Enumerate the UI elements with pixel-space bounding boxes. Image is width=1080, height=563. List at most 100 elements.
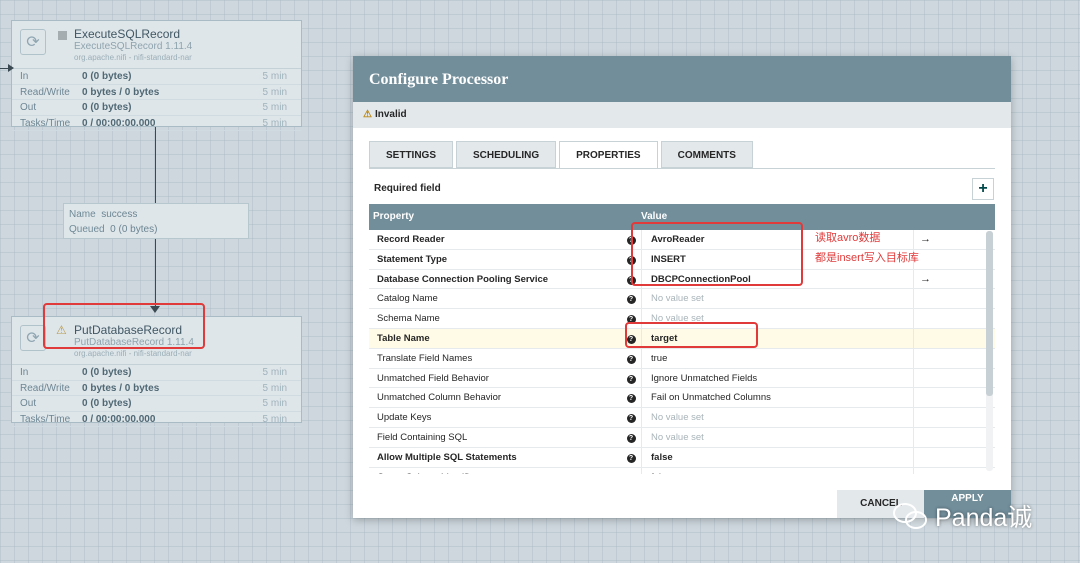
property-name: Record Reader [377, 234, 445, 245]
stat-time: 5 min [262, 382, 287, 394]
go-to-service-icon [913, 249, 983, 269]
highlight-box [43, 303, 205, 349]
help-icon[interactable]: ? [621, 428, 641, 447]
property-row[interactable]: Field Containing SQL? No value set [369, 427, 995, 448]
property-row[interactable]: Update Keys? No value set [369, 408, 995, 428]
property-row[interactable]: Unmatched Column Behavior? Fail on Unmatc… [369, 388, 995, 409]
processor-icon: ⟳ [20, 29, 46, 55]
property-row[interactable]: Catalog Name? No value set [369, 289, 995, 310]
stat-value: 0 (0 bytes) [82, 102, 132, 113]
go-to-service-icon [913, 289, 983, 309]
wechat-icon [893, 501, 929, 531]
help-icon[interactable]: ? [621, 369, 641, 388]
property-name: Statement Type [377, 253, 448, 265]
help-icon[interactable]: ? [621, 408, 641, 427]
property-value[interactable]: false [641, 467, 913, 474]
property-name: Table Name [377, 332, 430, 344]
processor-header: ⟳ ExecuteSQLRecord ExecuteSQLRecord 1.11… [12, 21, 301, 69]
stat-value: 0 bytes / 0 bytes [82, 86, 160, 98]
dialog-title: Configure Processor [353, 56, 1011, 102]
tab-properties[interactable]: PROPERTIES [559, 141, 658, 169]
stat-time: 5 min [262, 71, 287, 82]
processor-bundle: org.apache.nifi - nifi-standard-nar [74, 53, 192, 62]
processor-type: ExecuteSQLRecord 1.11.4 [74, 41, 193, 52]
watermark: Panda诚 [893, 498, 1032, 534]
stat-value: 0 / 00:00:00.000 [82, 413, 156, 425]
connection-label[interactable]: Name success Queued 0 (0 bytes) [63, 203, 249, 239]
property-row[interactable]: Unmatched Field Behavior? Ignore Unmatche… [369, 368, 995, 389]
status-text: Invalid [374, 109, 407, 120]
processor-execute-sql-record[interactable]: ⟳ ExecuteSQLRecord ExecuteSQLRecord 1.11… [11, 20, 302, 131]
stat-label: Out [20, 398, 37, 409]
property-name: Unmatched Column Behavior [377, 392, 502, 404]
annotation-text: 读取avro数据 [815, 232, 881, 244]
go-to-service-icon [913, 447, 983, 467]
stat-label: Out [20, 102, 37, 113]
connection-line [155, 127, 156, 203]
help-icon[interactable]: ? [621, 468, 641, 474]
property-row[interactable]: Translate Field Names? true [369, 348, 995, 369]
property-value[interactable]: false [641, 447, 913, 467]
go-to-service-icon [913, 427, 983, 447]
stat-label: Read/Write [20, 382, 70, 394]
help-icon[interactable]: ? [621, 289, 641, 308]
warning-icon: ⚠ [363, 109, 372, 120]
stopped-icon [58, 31, 67, 40]
processor-stat-row: Read/Write 0 bytes / 0 bytes 5 min [12, 381, 301, 396]
processor-stat-row: Out 0 (0 bytes) 5 min [12, 396, 301, 412]
divider [369, 168, 995, 169]
go-to-service-icon [913, 388, 983, 408]
connection-queued-value: 0 (0 bytes) [110, 224, 158, 235]
scrollbar[interactable] [986, 231, 993, 471]
required-field-label: Required field [374, 183, 441, 194]
tab-scheduling[interactable]: SCHEDULING [456, 141, 557, 168]
stat-value: 0 (0 bytes) [82, 367, 132, 378]
stat-value: 0 bytes / 0 bytes [82, 382, 160, 394]
add-property-button[interactable]: + [972, 178, 994, 200]
stat-label: Tasks/Time [20, 117, 71, 129]
property-name: Allow Multiple SQL Statements [377, 451, 517, 463]
tab-settings[interactable]: SETTINGS [369, 141, 454, 168]
property-name: Database Connection Pooling Service [377, 273, 549, 285]
stat-value: 0 (0 bytes) [82, 398, 132, 409]
help-icon[interactable]: ? [621, 388, 641, 407]
connection-name-value: success [101, 209, 138, 220]
stat-time: 5 min [262, 102, 287, 113]
property-value[interactable]: Fail on Unmatched Columns [641, 388, 913, 408]
highlight-box [625, 322, 758, 348]
connection-line [155, 239, 156, 307]
connection-queued-label: Queued [69, 224, 105, 235]
property-value[interactable]: Ignore Unmatched Fields [641, 368, 913, 388]
help-icon[interactable]: ? [621, 448, 641, 467]
annotation-text: 都是insert写入目标库 [815, 252, 919, 264]
processor-stat-row: In 0 (0 bytes) 5 min [12, 69, 301, 85]
go-to-service-icon [913, 328, 983, 348]
property-value[interactable]: No value set [641, 427, 913, 447]
go-to-service-icon [913, 309, 983, 328]
property-name: Field Containing SQL [377, 431, 468, 443]
go-to-service-icon [913, 467, 983, 474]
property-value[interactable]: true [641, 348, 913, 368]
processor-bundle: org.apache.nifi - nifi-standard-nar [74, 349, 192, 358]
stat-value: 0 / 00:00:00.000 [82, 117, 156, 129]
go-to-service-icon[interactable]: → [913, 269, 983, 289]
help-icon[interactable]: ? [621, 349, 641, 368]
incoming-connection-arrow [0, 64, 14, 72]
processor-stat-row: Tasks/Time 0 / 00:00:00.000 5 min [12, 412, 301, 427]
go-to-service-icon [913, 408, 983, 427]
processor-stat-row: In 0 (0 bytes) 5 min [12, 365, 301, 381]
processor-stat-row: Tasks/Time 0 / 00:00:00.000 5 min [12, 116, 301, 131]
go-to-service-icon[interactable]: → [913, 230, 983, 249]
property-value[interactable]: No value set [641, 408, 913, 427]
property-name: Quote Column Identifiers [369, 468, 621, 474]
tab-comments[interactable]: COMMENTS [660, 141, 753, 168]
go-to-service-icon [913, 348, 983, 368]
stat-time: 5 min [262, 398, 287, 409]
processor-stat-row: Out 0 (0 bytes) 5 min [12, 100, 301, 116]
tab-bar: SETTINGS SCHEDULING PROPERTIES COMMENTS [369, 141, 756, 169]
property-row[interactable]: Quote Column Identifiers?false [369, 467, 995, 474]
property-value[interactable]: No value set [641, 289, 913, 309]
stat-time: 5 min [262, 367, 287, 378]
property-row[interactable]: Allow Multiple SQL Statements? false [369, 447, 995, 468]
scrollbar-thumb[interactable] [986, 231, 993, 396]
